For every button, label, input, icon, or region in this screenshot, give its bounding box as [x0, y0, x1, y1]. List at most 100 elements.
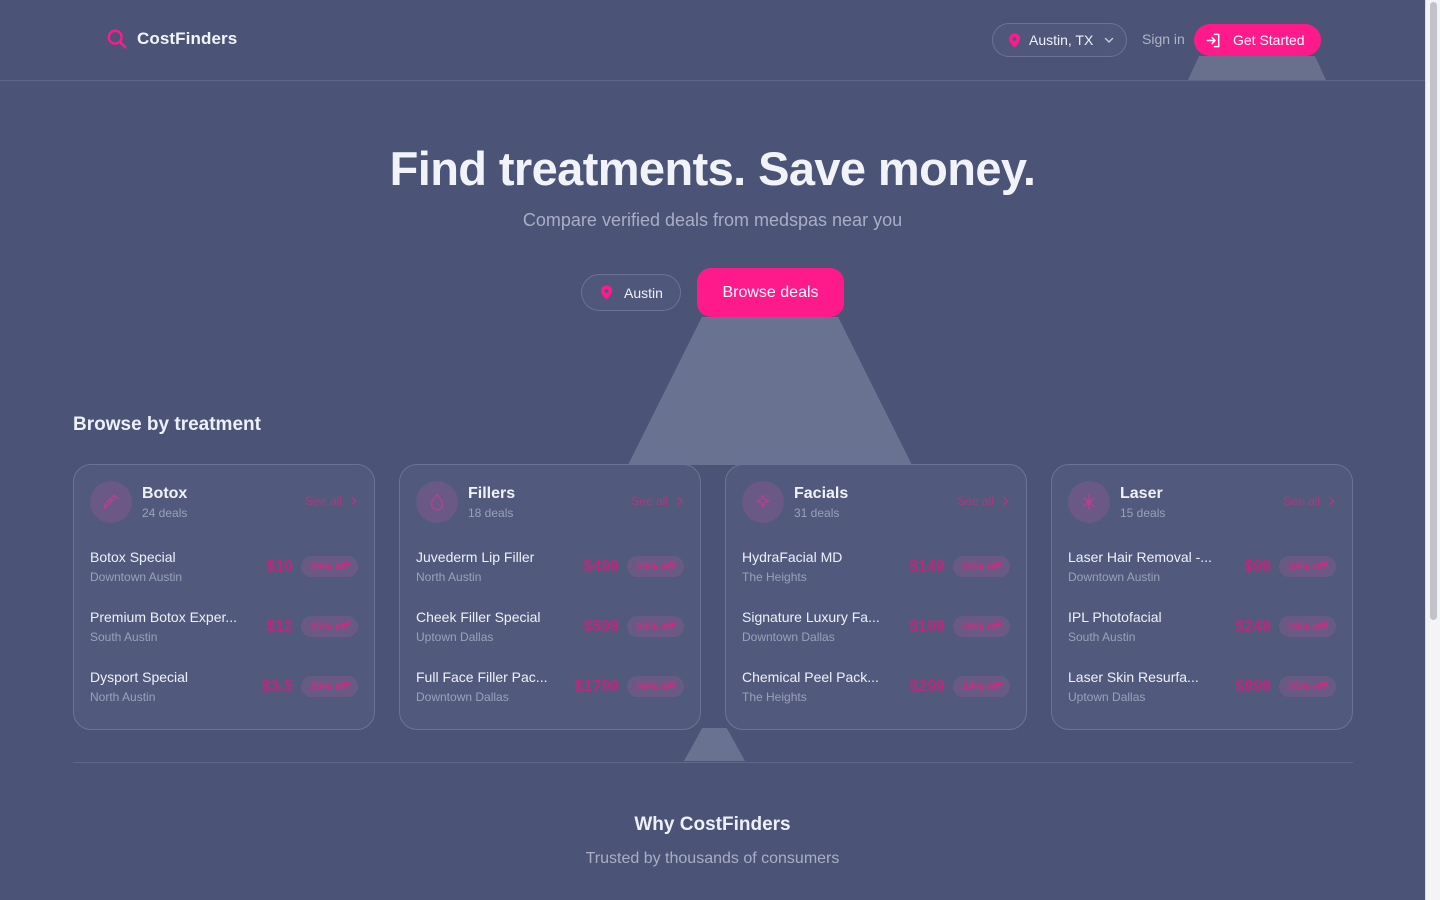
deal-name: Laser Hair Removal -... [1068, 549, 1212, 565]
discount-badge: 28% off [626, 676, 684, 697]
deal-price: $99 [1244, 557, 1271, 575]
treatment-card-botox[interactable]: Botox 24 deals See all Botox Special Dow… [73, 464, 375, 730]
browse-deals-button[interactable]: Browse deals [697, 268, 844, 317]
see-all-link[interactable]: See all [1283, 494, 1336, 508]
location-select[interactable]: Austin, TX [992, 23, 1127, 57]
deal-item[interactable]: Cheek Filler Special Uptown Dallas $599 2… [416, 609, 684, 649]
page: CostFinders Austin, TX Sign in Get Start… [0, 0, 1425, 900]
discount-badge: 25% off [952, 556, 1010, 577]
deal-price: $299 [909, 677, 945, 695]
treatment-cards: Botox 24 deals See all Botox Special Dow… [73, 464, 1353, 730]
brand-logo[interactable]: CostFinders [106, 28, 237, 50]
location-value: Austin, TX [1029, 32, 1094, 48]
treatment-card-fillers[interactable]: Fillers 18 deals See all Juvederm Lip Fi… [399, 464, 701, 730]
deal-price: $149 [909, 557, 945, 575]
discount-badge: 30% off [300, 676, 358, 697]
deal-item[interactable]: Laser Hair Removal -... Downtown Austin … [1068, 549, 1336, 589]
deal-location: Uptown Dallas [1068, 690, 1146, 704]
spotlight-beam [684, 728, 745, 761]
discount-badge: 34% off [952, 676, 1010, 697]
category-name: Facials [794, 485, 849, 502]
deal-location: Uptown Dallas [416, 630, 494, 644]
laser-icon [1068, 481, 1110, 523]
deal-location: South Austin [90, 630, 158, 644]
hero-subtitle: Compare verified deals from medspas near… [522, 210, 903, 230]
discount-badge: 25% off [1278, 676, 1336, 697]
category-name: Laser [1120, 485, 1163, 502]
get-started-label: Get Started [1233, 32, 1305, 48]
why-title: Why CostFinders [634, 814, 791, 835]
deal-price: $899 [1235, 677, 1271, 695]
deal-location: Downtown Austin [90, 570, 183, 584]
see-all-label: See all [957, 494, 994, 508]
map-pin-icon [600, 285, 613, 300]
deal-item[interactable]: Premium Botox Exper... South Austin $12 2… [90, 609, 358, 649]
sparkle-icon [742, 481, 784, 523]
discount-badge: 29% off [300, 556, 358, 577]
deal-item[interactable]: Botox Special Downtown Austin $10 29% off [90, 549, 358, 589]
card-header: Fillers 18 deals See all [416, 481, 684, 525]
city-value: Austin [624, 284, 663, 301]
see-all-label: See all [305, 494, 342, 508]
sign-in-link[interactable]: Sign in [1142, 31, 1185, 47]
why-subtitle: Trusted by thousands of consumers [585, 850, 840, 867]
deal-location: The Heights [742, 690, 807, 704]
brand-name: CostFinders [137, 29, 238, 48]
deal-item[interactable]: HydraFacial MD The Heights $149 25% off [742, 549, 1010, 589]
city-select[interactable]: Austin [581, 274, 681, 311]
category-count: 15 deals [1120, 506, 1166, 520]
top-header: CostFinders Austin, TX Sign in Get Start… [0, 0, 1425, 81]
deal-item[interactable]: Laser Skin Resurfa... Uptown Dallas $899… [1068, 669, 1336, 709]
discount-badge: 34% off [1278, 556, 1336, 577]
deal-item[interactable]: Juvederm Lip Filler North Austin $499 23%… [416, 549, 684, 589]
spotlight-beam [628, 317, 912, 465]
deal-price: $1799 [574, 677, 619, 695]
deal-location: Downtown Dallas [416, 690, 509, 704]
category-count: 31 deals [794, 506, 840, 520]
deal-price: $3.5 [261, 677, 293, 695]
card-header: Facials 31 deals See all [742, 481, 1010, 525]
see-all-link[interactable]: See all [305, 494, 358, 508]
treatment-card-laser[interactable]: Laser 15 deals See all Laser Hair Remova… [1051, 464, 1353, 730]
see-all-link[interactable]: See all [957, 494, 1010, 508]
map-pin-icon [1008, 33, 1021, 47]
chevron-right-icon [677, 496, 683, 506]
deal-location: The Heights [742, 570, 807, 584]
deal-location: Downtown Dallas [742, 630, 835, 644]
see-all-link[interactable]: See all [631, 494, 684, 508]
search-icon [107, 29, 127, 49]
category-count: 18 deals [468, 506, 514, 520]
syringe-icon [90, 481, 132, 523]
deal-name: Signature Luxury Fa... [742, 609, 880, 625]
discount-badge: 23% off [626, 556, 684, 577]
deal-item[interactable]: Dysport Special North Austin $3.5 30% off [90, 669, 358, 709]
treatment-card-facials[interactable]: Facials 31 deals See all HydraFacial MD … [725, 464, 1027, 730]
category-name: Fillers [468, 485, 516, 502]
get-started-button[interactable]: Get Started [1194, 24, 1321, 56]
login-icon [1206, 33, 1220, 47]
see-all-label: See all [631, 494, 668, 508]
chevron-right-icon [1003, 496, 1009, 506]
deal-location: South Austin [1068, 630, 1136, 644]
discount-badge: 25% off [300, 616, 358, 637]
deal-item[interactable]: Signature Luxury Fa... Downtown Dallas $… [742, 609, 1010, 649]
discount-badge: 28% off [952, 616, 1010, 637]
section-divider [73, 762, 1353, 763]
chevron-right-icon [1329, 496, 1335, 506]
scrollbar-thumb[interactable] [1430, 2, 1437, 620]
deal-item[interactable]: Chemical Peel Pack... The Heights $299 34… [742, 669, 1010, 709]
discount-badge: 29% off [1278, 616, 1336, 637]
deal-name: Laser Skin Resurfa... [1068, 669, 1199, 685]
deal-item[interactable]: IPL Photofacial South Austin $249 29% off [1068, 609, 1336, 649]
vertical-scrollbar[interactable] [1425, 0, 1440, 900]
deal-price: $10 [266, 557, 293, 575]
spotlight-beam [1188, 56, 1326, 80]
deal-item[interactable]: Full Face Filler Pac... Downtown Dallas … [416, 669, 684, 709]
deal-name: Juvederm Lip Filler [416, 549, 535, 565]
deal-price: $199 [909, 617, 945, 635]
card-header: Botox 24 deals See all [90, 481, 358, 525]
deal-name: IPL Photofacial [1068, 609, 1162, 625]
deal-location: North Austin [416, 570, 482, 584]
deal-name: Chemical Peel Pack... [742, 669, 879, 685]
deal-price: $499 [583, 557, 619, 575]
